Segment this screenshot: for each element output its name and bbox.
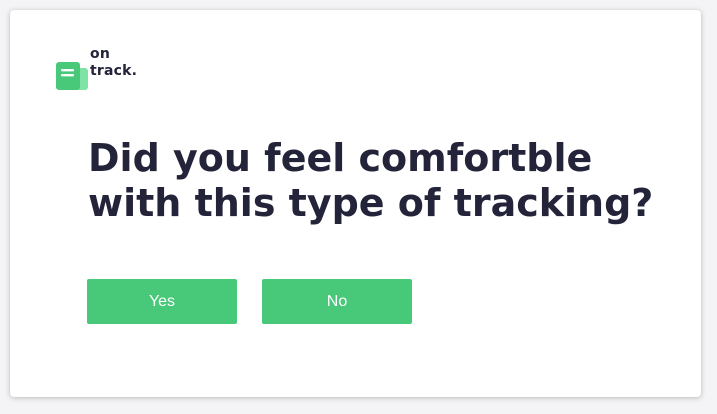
question-line-2: with this type of tracking? bbox=[88, 181, 654, 225]
brand-line-1: on bbox=[90, 46, 110, 62]
document-icon bbox=[56, 62, 90, 92]
survey-question: Did you feel comfortble with this type o… bbox=[88, 136, 688, 226]
yes-button[interactable]: Yes bbox=[87, 279, 237, 324]
no-button[interactable]: No bbox=[262, 279, 412, 324]
ontrack-logo: on track. bbox=[56, 46, 156, 94]
brand-name: on track. bbox=[90, 46, 137, 80]
brand-line-2: track. bbox=[90, 63, 138, 79]
question-line-1: Did you feel comfortble bbox=[88, 136, 593, 180]
survey-card: on track. Did you feel comfortble with t… bbox=[10, 10, 701, 397]
